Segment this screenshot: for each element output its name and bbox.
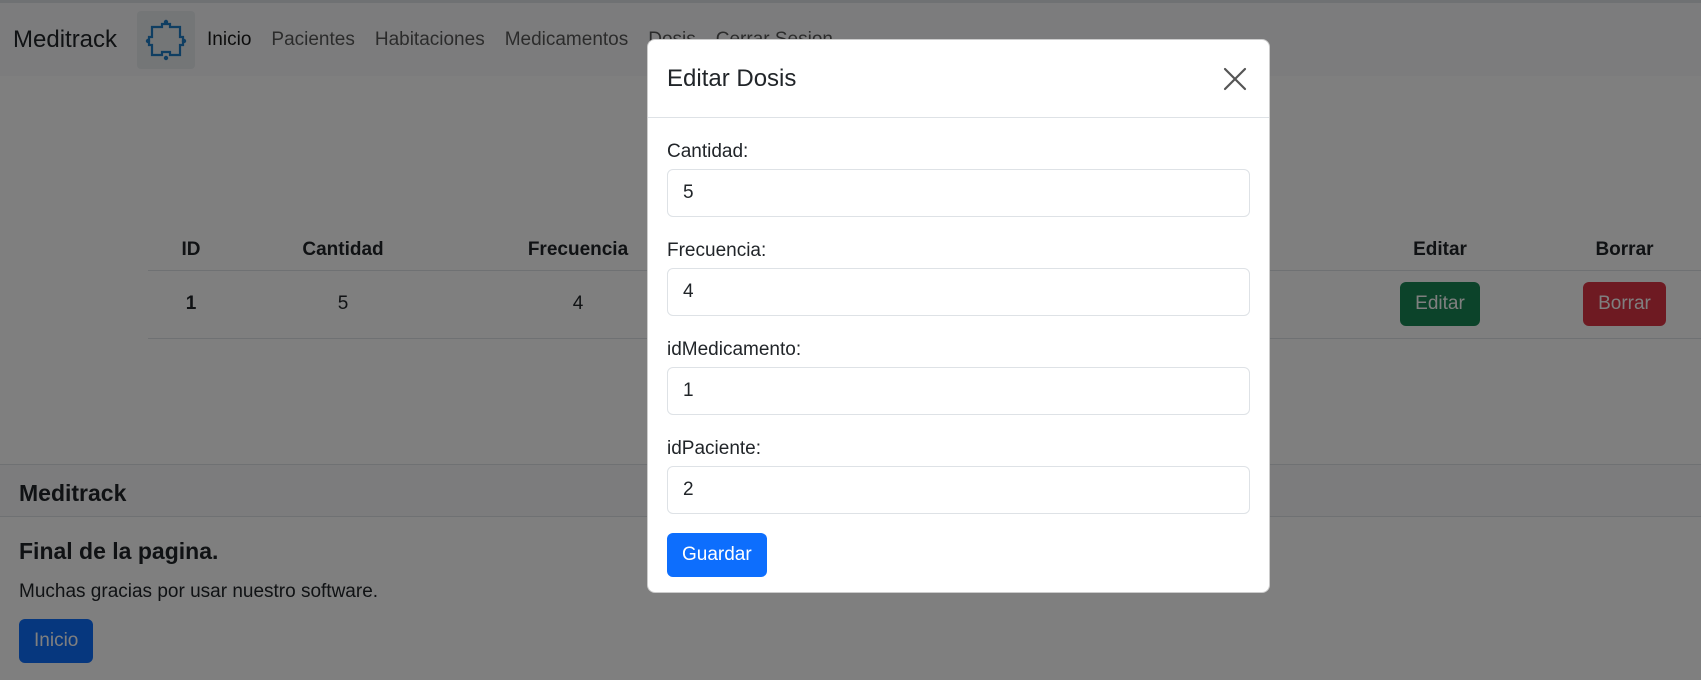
modal-title: Editar Dosis	[667, 64, 797, 92]
edit-dosis-modal: Editar Dosis Cantidad: Frecuencia: idMed…	[647, 39, 1270, 593]
cantidad-label: Cantidad:	[667, 141, 749, 162]
close-icon[interactable]	[1220, 64, 1250, 94]
frecuencia-label: Frecuencia:	[667, 240, 767, 261]
modal-header: Editar Dosis	[648, 40, 1269, 118]
frecuencia-field[interactable]	[667, 268, 1250, 316]
idpaciente-label: idPaciente:	[667, 438, 762, 459]
idmedicamento-label: idMedicamento:	[667, 339, 802, 360]
save-button[interactable]: Guardar	[667, 533, 767, 577]
idmedicamento-field[interactable]	[667, 367, 1250, 415]
idpaciente-field[interactable]	[667, 466, 1250, 514]
cantidad-field[interactable]	[667, 169, 1250, 217]
modal-body: Cantidad: Frecuencia: idMedicamento: idP…	[648, 118, 1269, 600]
